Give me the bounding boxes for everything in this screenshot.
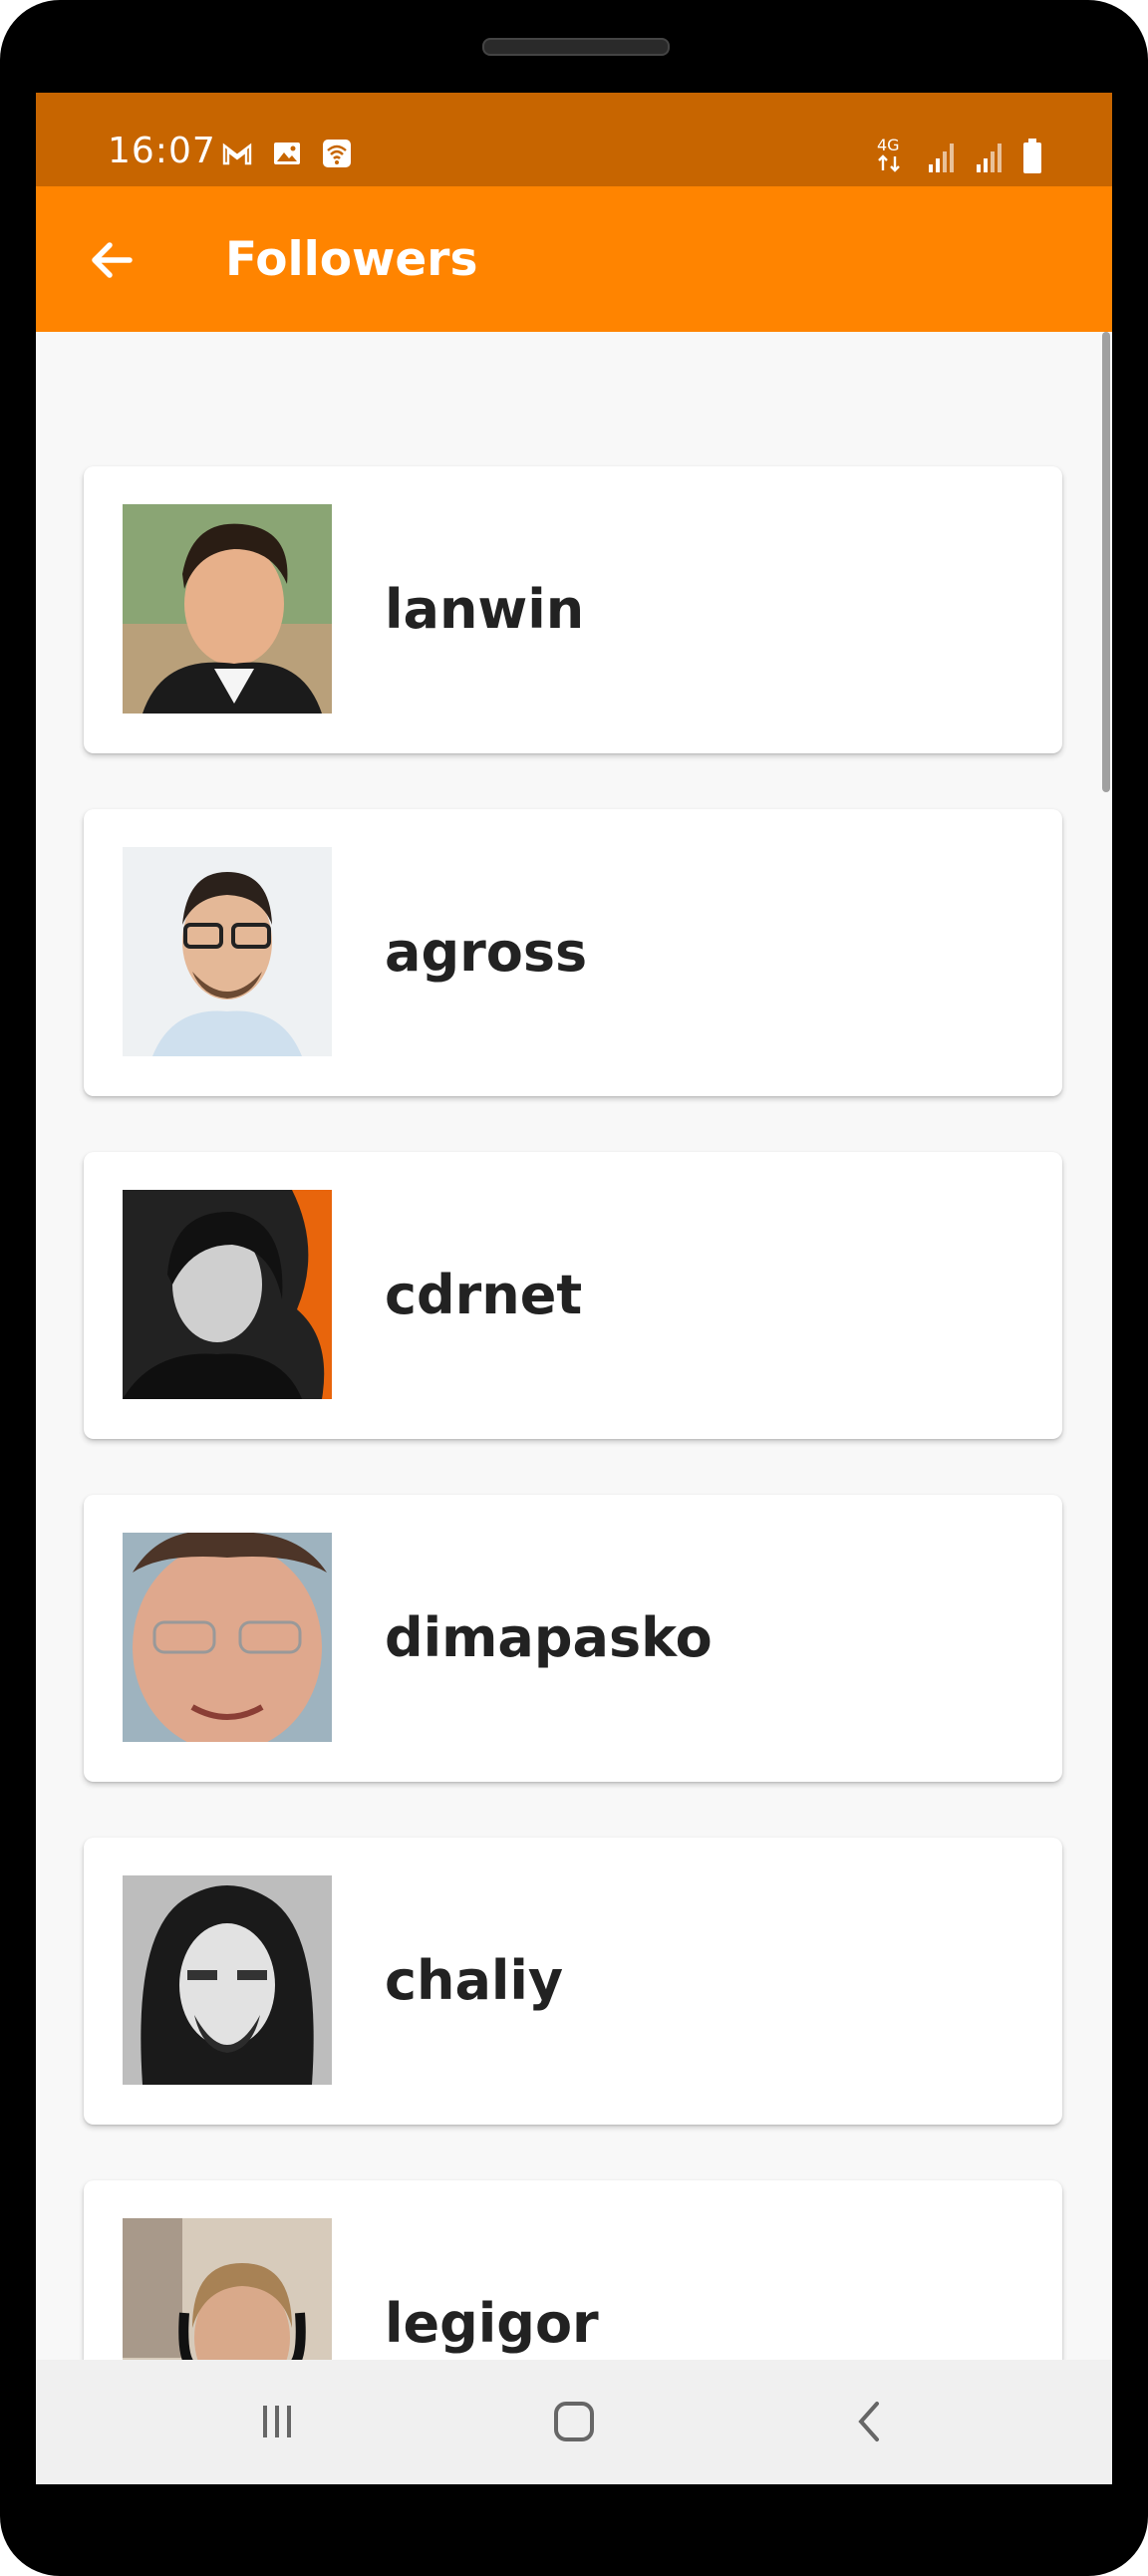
wifi-call-icon <box>323 140 351 167</box>
avatar <box>123 847 332 1056</box>
status-left-icons <box>221 138 353 169</box>
screen: 16:07 4G Followers lanwin agross cdrnet … <box>36 93 1112 2484</box>
page-title: Followers <box>225 232 478 287</box>
status-time: 16:07 <box>108 131 216 171</box>
follower-card[interactable]: lanwin <box>84 466 1062 753</box>
image-icon <box>274 143 300 164</box>
follower-card[interactable]: dimapasko <box>84 1495 1062 1782</box>
signal-icon <box>977 143 1002 172</box>
svg-text:4G: 4G <box>877 136 900 154</box>
follower-username: cdrnet <box>385 1264 583 1326</box>
avatar <box>123 1533 332 1742</box>
gmail-icon <box>222 143 252 165</box>
back-button[interactable] <box>84 230 144 290</box>
status-right-icons: 4G <box>875 135 1042 174</box>
avatar <box>123 504 332 714</box>
follower-username: dimapasko <box>385 1606 713 1669</box>
follower-username: lanwin <box>385 578 585 641</box>
follower-username: chaliy <box>385 1949 564 2012</box>
follower-card[interactable]: cdrnet <box>84 1152 1062 1439</box>
follower-card[interactable]: chaliy <box>84 1838 1062 2125</box>
network-4g-icon: 4G <box>877 136 900 172</box>
system-nav-bar <box>36 2360 1112 2484</box>
app-bar: Followers <box>36 186 1112 332</box>
avatar <box>123 1190 332 1399</box>
battery-icon <box>1023 139 1041 173</box>
follower-username: agross <box>385 921 588 984</box>
speaker-grille <box>482 38 670 56</box>
recents-icon[interactable] <box>247 2392 307 2451</box>
signal-icon <box>929 143 954 172</box>
phone-frame: 16:07 4G Followers lanwin agross cdrnet … <box>0 0 1148 2576</box>
scrollbar[interactable] <box>1102 332 1110 792</box>
avatar <box>123 1875 332 2085</box>
follower-card[interactable]: agross <box>84 809 1062 1096</box>
back-chevron-icon[interactable] <box>841 2392 901 2451</box>
status-bar: 16:07 4G <box>36 93 1112 186</box>
home-icon[interactable] <box>544 2392 604 2451</box>
